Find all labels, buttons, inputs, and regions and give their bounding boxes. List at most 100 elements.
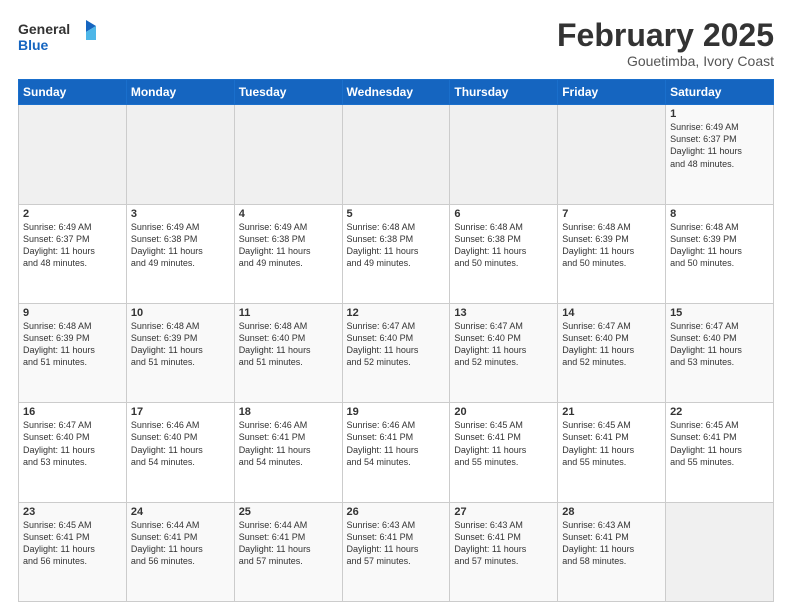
day-number: 6 [454, 208, 553, 220]
table-cell [666, 502, 774, 601]
day-number: 20 [454, 406, 553, 418]
header-saturday: Saturday [666, 80, 774, 105]
table-cell: 6Sunrise: 6:48 AM Sunset: 6:38 PM Daylig… [450, 204, 558, 303]
header-sunday: Sunday [19, 80, 127, 105]
table-cell [234, 105, 342, 204]
day-info: Sunrise: 6:48 AM Sunset: 6:38 PM Dayligh… [347, 221, 446, 270]
day-number: 11 [239, 307, 338, 319]
logo-svg: General Blue [18, 18, 118, 58]
day-info: Sunrise: 6:48 AM Sunset: 6:39 PM Dayligh… [23, 320, 122, 369]
day-number: 25 [239, 506, 338, 518]
day-info: Sunrise: 6:45 AM Sunset: 6:41 PM Dayligh… [23, 519, 122, 568]
day-number: 5 [347, 208, 446, 220]
day-number: 7 [562, 208, 661, 220]
table-cell: 20Sunrise: 6:45 AM Sunset: 6:41 PM Dayli… [450, 403, 558, 502]
week-row-3: 16Sunrise: 6:47 AM Sunset: 6:40 PM Dayli… [19, 403, 774, 502]
table-cell: 17Sunrise: 6:46 AM Sunset: 6:40 PM Dayli… [126, 403, 234, 502]
calendar-table: Sunday Monday Tuesday Wednesday Thursday… [18, 79, 774, 602]
day-info: Sunrise: 6:49 AM Sunset: 6:38 PM Dayligh… [239, 221, 338, 270]
day-info: Sunrise: 6:43 AM Sunset: 6:41 PM Dayligh… [454, 519, 553, 568]
svg-text:Blue: Blue [18, 37, 49, 53]
day-number: 16 [23, 406, 122, 418]
header-thursday: Thursday [450, 80, 558, 105]
table-cell: 11Sunrise: 6:48 AM Sunset: 6:40 PM Dayli… [234, 303, 342, 402]
table-cell: 23Sunrise: 6:45 AM Sunset: 6:41 PM Dayli… [19, 502, 127, 601]
table-cell: 4Sunrise: 6:49 AM Sunset: 6:38 PM Daylig… [234, 204, 342, 303]
svg-text:General: General [18, 21, 70, 37]
day-number: 2 [23, 208, 122, 220]
week-row-2: 9Sunrise: 6:48 AM Sunset: 6:39 PM Daylig… [19, 303, 774, 402]
table-cell: 8Sunrise: 6:48 AM Sunset: 6:39 PM Daylig… [666, 204, 774, 303]
day-number: 24 [131, 506, 230, 518]
header-wednesday: Wednesday [342, 80, 450, 105]
table-cell [342, 105, 450, 204]
day-number: 13 [454, 307, 553, 319]
day-info: Sunrise: 6:47 AM Sunset: 6:40 PM Dayligh… [347, 320, 446, 369]
table-cell: 24Sunrise: 6:44 AM Sunset: 6:41 PM Dayli… [126, 502, 234, 601]
day-info: Sunrise: 6:45 AM Sunset: 6:41 PM Dayligh… [670, 419, 769, 468]
day-info: Sunrise: 6:44 AM Sunset: 6:41 PM Dayligh… [239, 519, 338, 568]
day-number: 18 [239, 406, 338, 418]
day-info: Sunrise: 6:45 AM Sunset: 6:41 PM Dayligh… [454, 419, 553, 468]
main-title: February 2025 [557, 18, 774, 53]
day-info: Sunrise: 6:43 AM Sunset: 6:41 PM Dayligh… [347, 519, 446, 568]
title-block: February 2025 Gouetimba, Ivory Coast [557, 18, 774, 69]
day-info: Sunrise: 6:46 AM Sunset: 6:40 PM Dayligh… [131, 419, 230, 468]
header-friday: Friday [558, 80, 666, 105]
table-cell [19, 105, 127, 204]
table-cell: 18Sunrise: 6:46 AM Sunset: 6:41 PM Dayli… [234, 403, 342, 502]
table-cell: 26Sunrise: 6:43 AM Sunset: 6:41 PM Dayli… [342, 502, 450, 601]
page: General Blue February 2025 Gouetimba, Iv… [0, 0, 792, 612]
day-number: 19 [347, 406, 446, 418]
day-info: Sunrise: 6:48 AM Sunset: 6:39 PM Dayligh… [131, 320, 230, 369]
table-cell: 25Sunrise: 6:44 AM Sunset: 6:41 PM Dayli… [234, 502, 342, 601]
table-cell [126, 105, 234, 204]
header-tuesday: Tuesday [234, 80, 342, 105]
day-number: 12 [347, 307, 446, 319]
day-info: Sunrise: 6:44 AM Sunset: 6:41 PM Dayligh… [131, 519, 230, 568]
table-cell: 9Sunrise: 6:48 AM Sunset: 6:39 PM Daylig… [19, 303, 127, 402]
table-cell: 15Sunrise: 6:47 AM Sunset: 6:40 PM Dayli… [666, 303, 774, 402]
table-cell: 19Sunrise: 6:46 AM Sunset: 6:41 PM Dayli… [342, 403, 450, 502]
day-info: Sunrise: 6:49 AM Sunset: 6:37 PM Dayligh… [670, 121, 769, 170]
day-number: 28 [562, 506, 661, 518]
table-cell: 22Sunrise: 6:45 AM Sunset: 6:41 PM Dayli… [666, 403, 774, 502]
day-number: 4 [239, 208, 338, 220]
day-number: 9 [23, 307, 122, 319]
day-number: 27 [454, 506, 553, 518]
day-info: Sunrise: 6:48 AM Sunset: 6:40 PM Dayligh… [239, 320, 338, 369]
table-cell: 12Sunrise: 6:47 AM Sunset: 6:40 PM Dayli… [342, 303, 450, 402]
table-cell: 13Sunrise: 6:47 AM Sunset: 6:40 PM Dayli… [450, 303, 558, 402]
table-cell: 28Sunrise: 6:43 AM Sunset: 6:41 PM Dayli… [558, 502, 666, 601]
day-number: 3 [131, 208, 230, 220]
table-cell [450, 105, 558, 204]
header: General Blue February 2025 Gouetimba, Iv… [18, 18, 774, 69]
week-row-0: 1Sunrise: 6:49 AM Sunset: 6:37 PM Daylig… [19, 105, 774, 204]
table-cell [558, 105, 666, 204]
day-number: 8 [670, 208, 769, 220]
day-info: Sunrise: 6:47 AM Sunset: 6:40 PM Dayligh… [454, 320, 553, 369]
day-number: 23 [23, 506, 122, 518]
day-number: 14 [562, 307, 661, 319]
day-info: Sunrise: 6:47 AM Sunset: 6:40 PM Dayligh… [562, 320, 661, 369]
week-row-1: 2Sunrise: 6:49 AM Sunset: 6:37 PM Daylig… [19, 204, 774, 303]
table-cell: 7Sunrise: 6:48 AM Sunset: 6:39 PM Daylig… [558, 204, 666, 303]
table-cell: 3Sunrise: 6:49 AM Sunset: 6:38 PM Daylig… [126, 204, 234, 303]
day-number: 21 [562, 406, 661, 418]
day-info: Sunrise: 6:47 AM Sunset: 6:40 PM Dayligh… [670, 320, 769, 369]
subtitle: Gouetimba, Ivory Coast [557, 53, 774, 69]
table-cell: 10Sunrise: 6:48 AM Sunset: 6:39 PM Dayli… [126, 303, 234, 402]
day-number: 15 [670, 307, 769, 319]
week-row-4: 23Sunrise: 6:45 AM Sunset: 6:41 PM Dayli… [19, 502, 774, 601]
day-info: Sunrise: 6:46 AM Sunset: 6:41 PM Dayligh… [239, 419, 338, 468]
day-info: Sunrise: 6:48 AM Sunset: 6:39 PM Dayligh… [670, 221, 769, 270]
table-cell: 21Sunrise: 6:45 AM Sunset: 6:41 PM Dayli… [558, 403, 666, 502]
table-cell: 2Sunrise: 6:49 AM Sunset: 6:37 PM Daylig… [19, 204, 127, 303]
header-monday: Monday [126, 80, 234, 105]
day-number: 17 [131, 406, 230, 418]
table-cell: 14Sunrise: 6:47 AM Sunset: 6:40 PM Dayli… [558, 303, 666, 402]
day-info: Sunrise: 6:49 AM Sunset: 6:38 PM Dayligh… [131, 221, 230, 270]
table-cell: 5Sunrise: 6:48 AM Sunset: 6:38 PM Daylig… [342, 204, 450, 303]
day-info: Sunrise: 6:48 AM Sunset: 6:38 PM Dayligh… [454, 221, 553, 270]
day-number: 10 [131, 307, 230, 319]
